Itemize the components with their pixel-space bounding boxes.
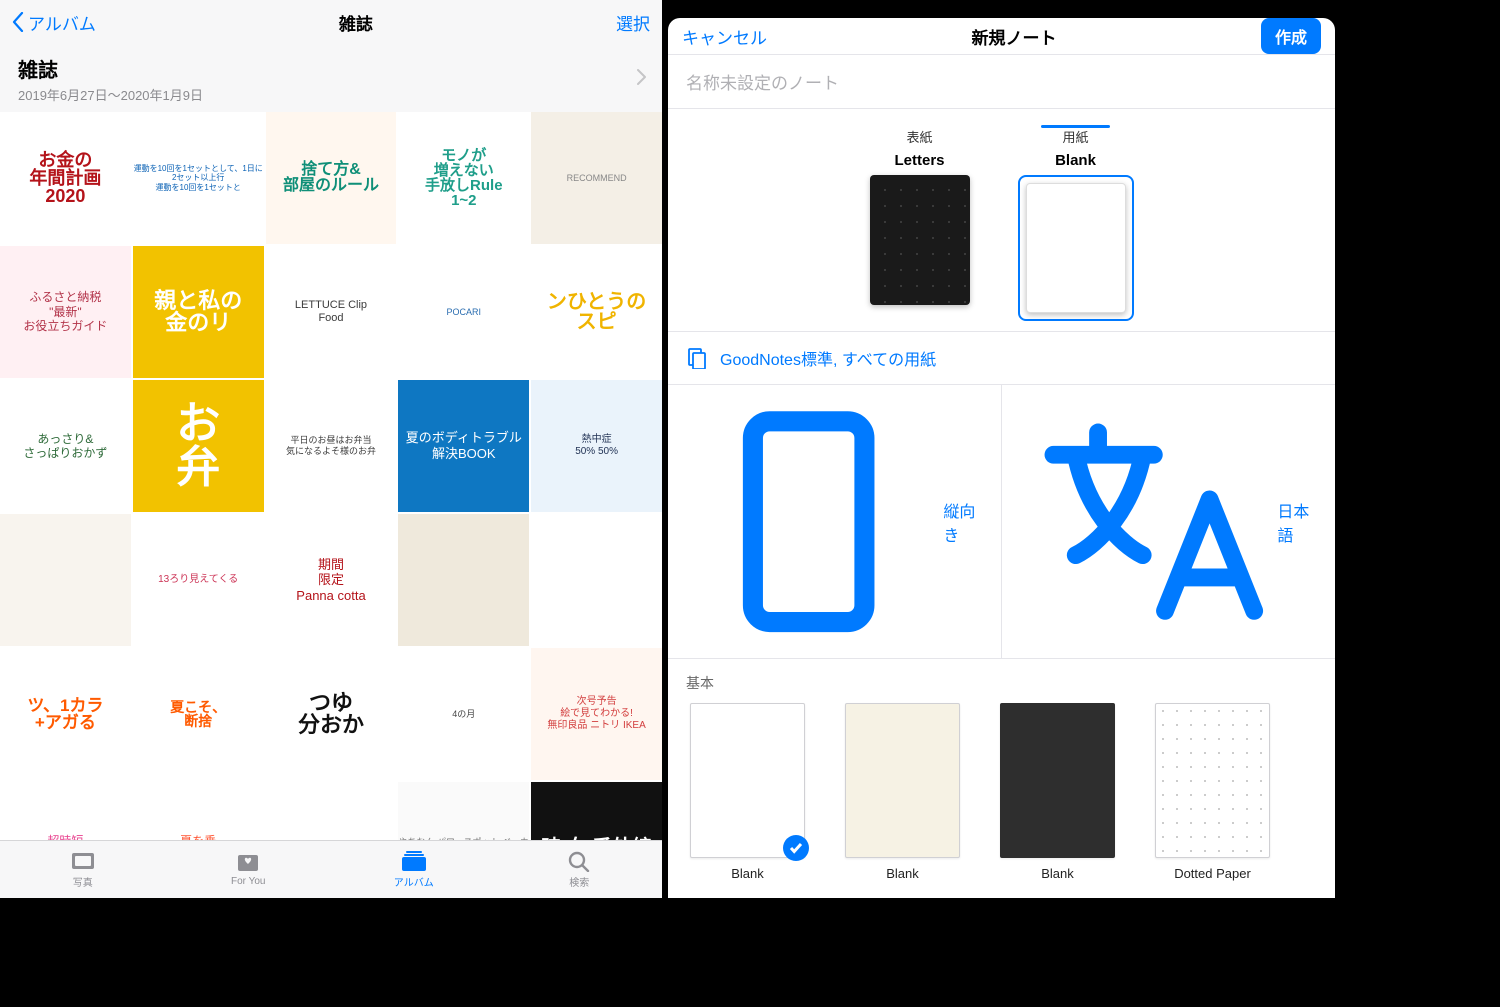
- orientation-label: 縦向き: [943, 498, 983, 546]
- photo-thumbnail[interactable]: 13ろり見えてくる: [133, 514, 264, 646]
- language-button[interactable]: 日本語: [1001, 385, 1335, 658]
- cover-caption: 表紙: [906, 127, 932, 146]
- paper-option[interactable]: 用紙 Blank: [1018, 127, 1134, 321]
- photos-navbar: アルバム 雑誌 選択: [0, 0, 662, 44]
- selection-indicator: [1041, 125, 1111, 128]
- photo-thumbnail[interactable]: 次号予告 絵で見てわかる! 無印良品 ニトリ IKEA: [531, 648, 662, 780]
- template-name: Blank: [731, 866, 764, 881]
- photo-thumbnail[interactable]: 4の月: [398, 648, 529, 780]
- navbar-title: 雑誌: [339, 10, 373, 35]
- photo-thumbnail[interactable]: [531, 514, 662, 646]
- search-tab-icon: [566, 850, 592, 872]
- photo-thumbnail[interactable]: POCARI: [398, 246, 529, 378]
- sheet-title: 新規ノート: [971, 24, 1056, 49]
- template-item[interactable]: Dotted Paper: [1155, 703, 1270, 881]
- template-name: Blank: [886, 866, 919, 881]
- language-label: 日本語: [1277, 498, 1317, 546]
- photo-thumbnail[interactable]: 時 女 番外編: [531, 782, 662, 840]
- template-thumb: [845, 703, 960, 858]
- tab-bar: 写真 For You アルバム 検索: [0, 840, 662, 898]
- tab-label: アルバム: [394, 874, 434, 889]
- photo-thumbnail[interactable]: 親と私の 金のリ: [133, 246, 264, 378]
- photo-thumbnail[interactable]: 捨て方& 部屋のルール: [266, 112, 397, 244]
- note-name-input[interactable]: 名称未設定のノート: [668, 55, 1335, 109]
- template-thumb: [690, 703, 805, 858]
- goodnotes-panel: キャンセル 新規ノート 作成 名称未設定のノート 表紙 Letters 用紙 B…: [668, 0, 1335, 898]
- tab-foryou[interactable]: For You: [166, 841, 332, 898]
- photo-thumbnail[interactable]: 夏こそ、 断捨: [133, 648, 264, 780]
- orientation-icon: [686, 399, 931, 644]
- photo-thumbnail[interactable]: [398, 514, 529, 646]
- cover-option[interactable]: 表紙 Letters: [870, 127, 970, 321]
- chevron-right-icon: [637, 69, 646, 90]
- album-name: 雑誌: [18, 54, 203, 83]
- photo-thumbnail[interactable]: 夏を乗 副菜をスープに!: [133, 782, 264, 840]
- chevron-left-icon: [12, 12, 24, 32]
- template-item[interactable]: Blank: [1000, 703, 1115, 881]
- template-thumb: [1000, 703, 1115, 858]
- tab-search[interactable]: 検索: [497, 841, 663, 898]
- cover-name: Letters: [894, 152, 944, 169]
- tab-label: For You: [231, 876, 265, 887]
- photo-thumbnail[interactable]: お金の 年間計画 2020: [0, 112, 131, 244]
- photo-thumbnail[interactable]: ンひとうの スピ: [531, 246, 662, 378]
- photo-thumbnail[interactable]: やちむん パワースポット ベーカリ: [398, 782, 529, 840]
- paper-thumbnail: [1026, 183, 1126, 313]
- tab-label: 写真: [73, 874, 93, 889]
- cancel-button[interactable]: キャンセル: [682, 24, 767, 49]
- photo-thumbnail[interactable]: RECOMMEND: [531, 112, 662, 244]
- album-date-range: 2019年6月27日〜2020年1月9日: [18, 85, 203, 104]
- paper-size-label: GoodNotes標準, すべての用紙: [720, 346, 936, 370]
- photo-thumbnail[interactable]: ツ、1カラ +アガる: [0, 648, 131, 780]
- photo-thumbnail[interactable]: つゆ 分おか: [266, 648, 397, 780]
- photo-thumbnail[interactable]: ふるさと納税 "最新" お役立ちガイド: [0, 246, 131, 378]
- template-item[interactable]: Blank: [690, 703, 805, 881]
- photo-thumbnail[interactable]: [0, 514, 131, 646]
- orientation-language-row: 縦向き 日本語: [668, 385, 1335, 659]
- paper-size-row[interactable]: GoodNotes標準, すべての用紙: [668, 332, 1335, 385]
- cover-paper-selector: 表紙 Letters 用紙 Blank: [668, 109, 1335, 332]
- photo-thumbnail[interactable]: 運動を10回を1セットとして、1日に2セット以上行 運動を10回を1セットと: [133, 112, 264, 244]
- photo-thumbnail[interactable]: 熱中症 50% 50%: [531, 380, 662, 512]
- photo-thumbnail[interactable]: お 弁: [133, 380, 264, 512]
- checkmark-icon: [783, 835, 809, 861]
- photo-thumbnail[interactable]: ンニューけ: [266, 782, 397, 840]
- paper-size-icon: [686, 347, 708, 369]
- sheet-navbar: キャンセル 新規ノート 作成: [668, 18, 1335, 55]
- paper-name: Blank: [1055, 152, 1096, 169]
- template-name: Blank: [1041, 866, 1074, 881]
- album-header[interactable]: 雑誌 2019年6月27日〜2020年1月9日: [0, 44, 662, 112]
- photos-app: アルバム 雑誌 選択 雑誌 2019年6月27日〜2020年1月9日 お金の 年…: [0, 0, 662, 898]
- photo-thumbnail[interactable]: 期間 限定 Panna cotta: [266, 514, 397, 646]
- tab-label: 検索: [569, 874, 589, 889]
- cover-thumbnail: [870, 175, 970, 305]
- tab-photos[interactable]: 写真: [0, 841, 166, 898]
- photos-tab-icon: [70, 850, 96, 872]
- template-item[interactable]: Blank: [845, 703, 960, 881]
- back-button[interactable]: アルバム: [12, 10, 96, 35]
- tab-albums[interactable]: アルバム: [331, 841, 497, 898]
- photo-grid: お金の 年間計画 2020運動を10回を1セットとして、1日に2セット以上行 運…: [0, 112, 662, 840]
- template-thumb: [1155, 703, 1270, 858]
- template-row-basic: Blank Blank Blank Dotted Paper: [668, 699, 1335, 898]
- foryou-tab-icon: [235, 852, 261, 874]
- paper-caption: 用紙: [1062, 127, 1088, 146]
- section-basic-header: 基本: [668, 659, 1335, 699]
- language-icon: [1020, 399, 1265, 644]
- photo-thumbnail[interactable]: あっさり& さっぱりおかず: [0, 380, 131, 512]
- new-note-sheet: キャンセル 新規ノート 作成 名称未設定のノート 表紙 Letters 用紙 B…: [668, 18, 1335, 898]
- albums-tab-icon: [401, 850, 427, 872]
- back-label: アルバム: [28, 10, 96, 35]
- photo-thumbnail[interactable]: 平日のお昼はお弁当 気になるよそ様のお弁: [266, 380, 397, 512]
- photo-thumbnail[interactable]: LETTUCE Clip Food: [266, 246, 397, 378]
- create-button[interactable]: 作成: [1261, 18, 1321, 54]
- photo-thumbnail[interactable]: モノが 増えない 手放しRule 1~2: [398, 112, 529, 244]
- photo-thumbnail[interactable]: 夏のボディトラブル 解決BOOK: [398, 380, 529, 512]
- select-button[interactable]: 選択: [616, 10, 650, 35]
- photo-thumbnail[interactable]: 超時短 8 献立: [0, 782, 131, 840]
- orientation-button[interactable]: 縦向き: [668, 385, 1001, 658]
- template-name: Dotted Paper: [1174, 866, 1251, 881]
